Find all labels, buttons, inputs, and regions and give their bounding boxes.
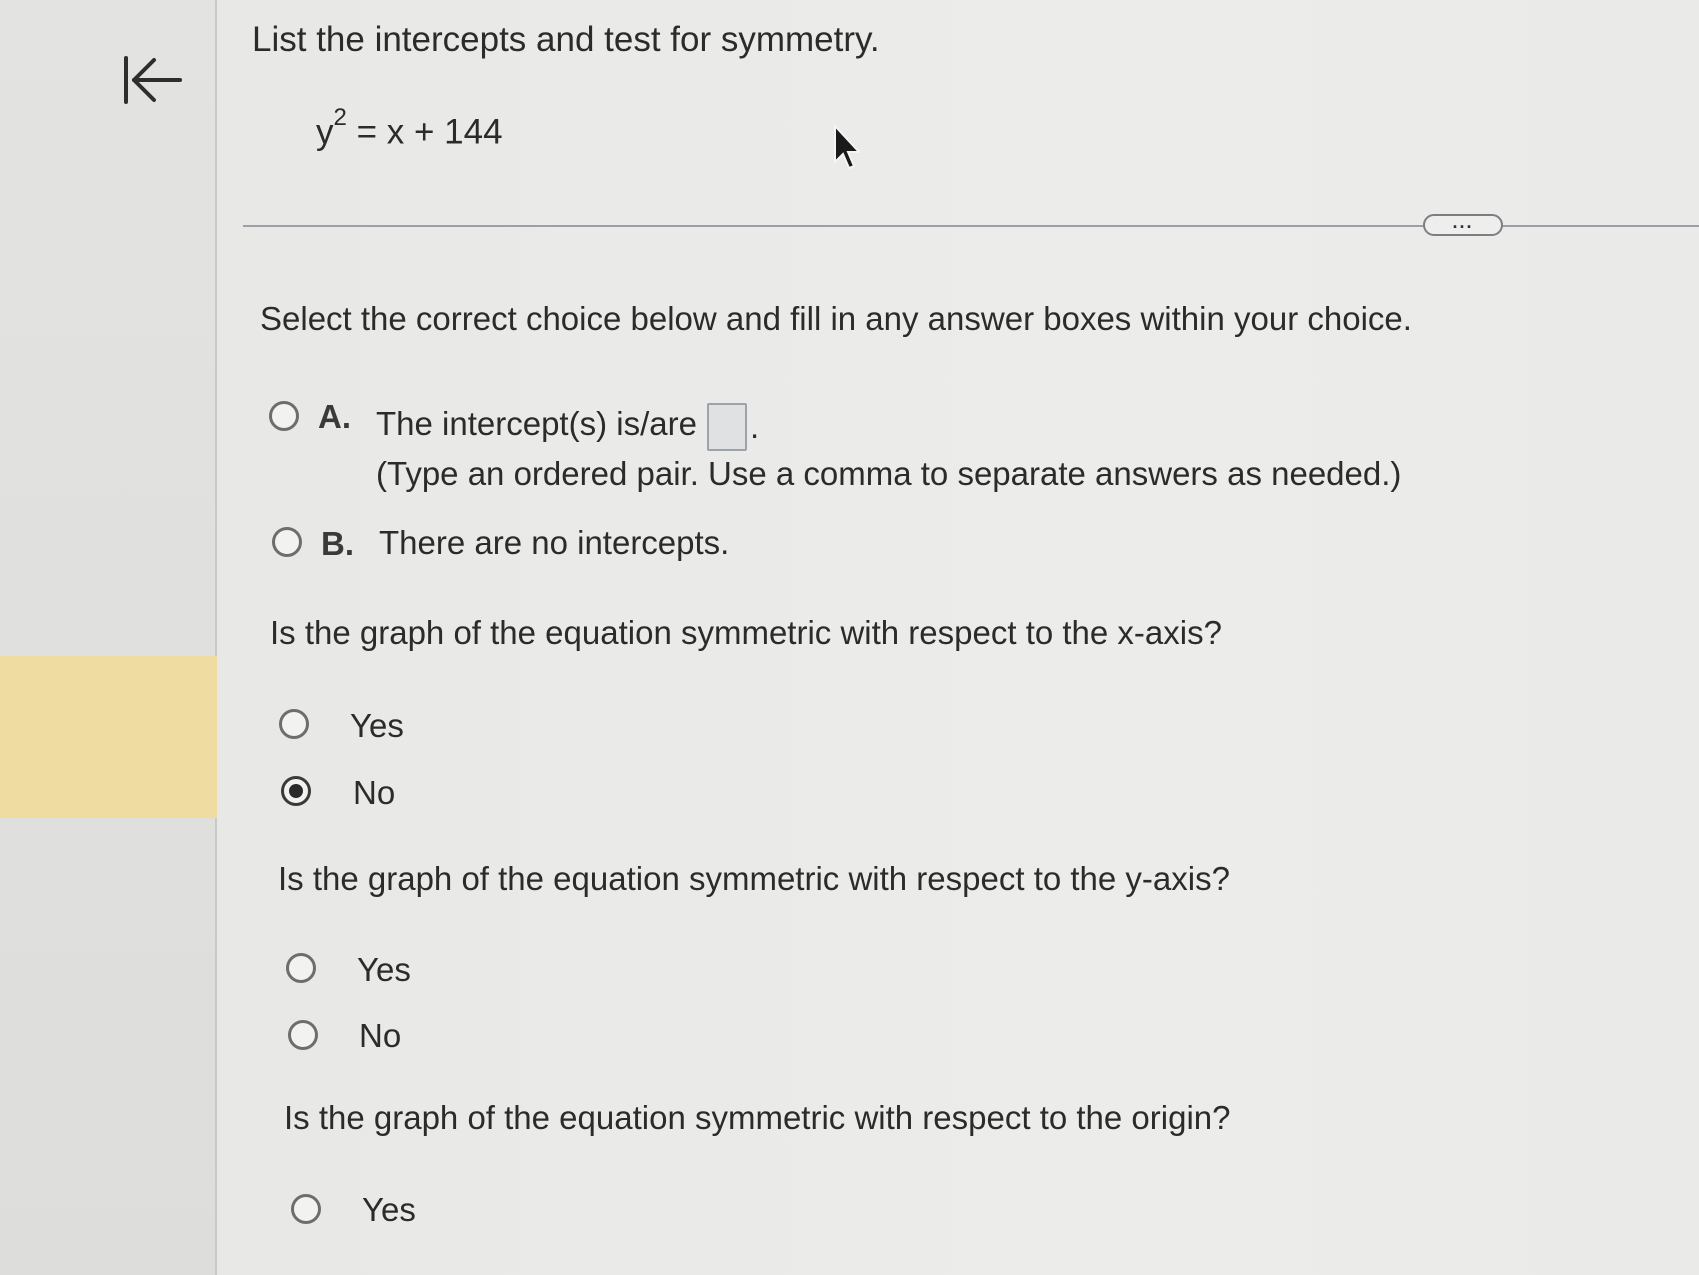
choice-a-hint: (Type an ordered pair. Use a comma to se… [376,455,1402,492]
equation-exponent: 2 [333,104,347,131]
more-options-button[interactable]: ... [1423,213,1503,236]
choice-a-period: . [750,408,760,445]
collapse-left-arrow-icon [124,56,182,104]
choice-b-letter: B. [321,525,354,562]
mouse-pointer-icon [834,124,862,170]
intercepts-answer-box[interactable] [707,403,747,451]
choice-b-text: There are no intercepts. [379,524,730,561]
origin-yes-label: Yes [362,1191,416,1228]
equation: y2 = x + 144 [316,104,503,153]
y-axis-yes-radio[interactable] [286,953,316,983]
y-axis-no-radio[interactable] [288,1020,318,1050]
choice-a-letter: A. [318,398,351,435]
x-axis-yes-label: Yes [350,707,404,744]
collapse-sidebar-button[interactable] [118,50,188,110]
x-axis-no-label: No [353,774,396,811]
instructions-text: Select the correct choice below and fill… [260,300,1412,337]
choice-a-radio[interactable] [269,401,299,431]
x-axis-question: Is the graph of the equation symmetric w… [270,614,1222,651]
x-axis-no-radio[interactable] [281,776,311,806]
origin-question: Is the graph of the equation symmetric w… [284,1099,1231,1136]
equation-lhs: y [316,112,334,152]
y-axis-question: Is the graph of the equation symmetric w… [278,860,1230,897]
equation-rhs: = x + 144 [356,112,503,152]
sidebar [0,0,217,1275]
y-axis-yes-label: Yes [357,951,411,988]
y-axis-no-label: No [359,1017,402,1054]
choice-a-text: The intercept(s) is/are [376,405,697,442]
question-title: List the intercepts and test for symmetr… [252,20,880,59]
origin-yes-radio[interactable] [291,1194,321,1224]
current-question-highlight [0,656,232,818]
x-axis-yes-radio[interactable] [279,709,309,739]
choice-b-radio[interactable] [272,527,302,557]
